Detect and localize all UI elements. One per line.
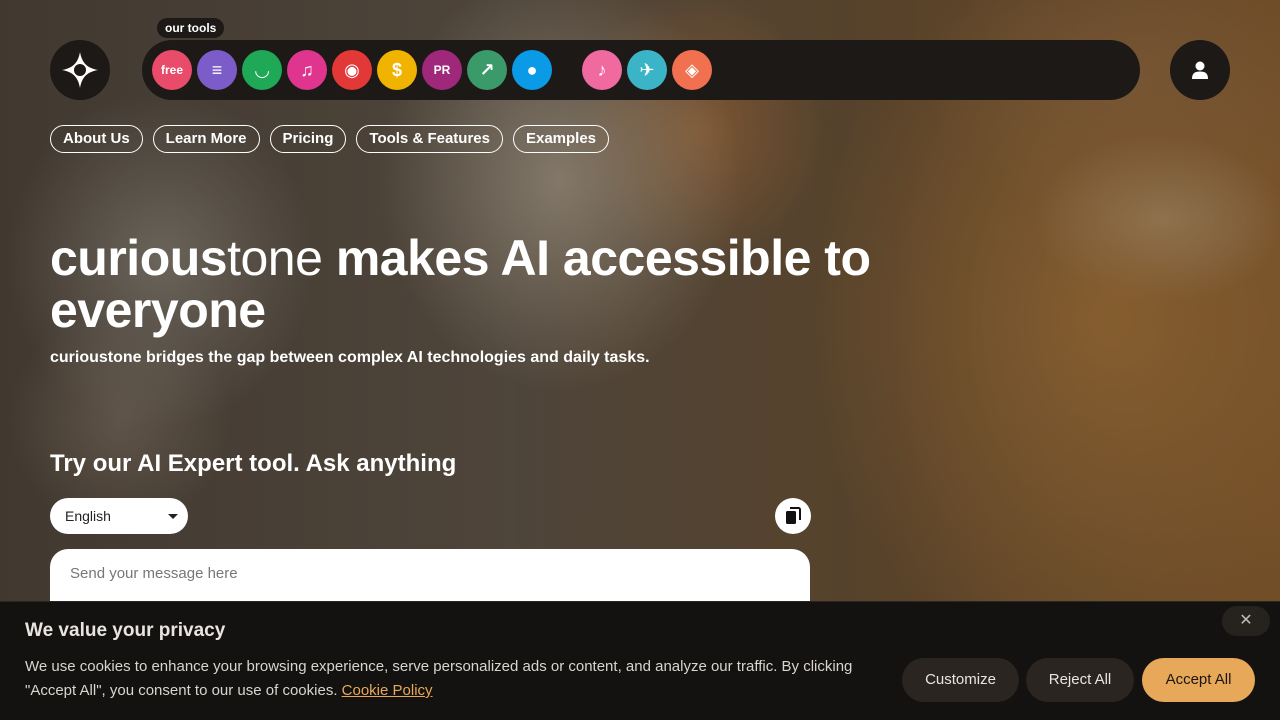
music-swirl-tool-icon: ♫ <box>300 59 314 80</box>
copy-button[interactable] <box>775 498 811 534</box>
bowl-tool-icon: ◡ <box>255 59 269 80</box>
language-value: English <box>65 508 111 524</box>
free-tool-icon: free <box>160 63 183 77</box>
nav-learn-more[interactable]: Learn More <box>152 125 260 153</box>
language-select[interactable]: English <box>50 498 188 534</box>
nav-examples[interactable]: Examples <box>512 125 610 153</box>
circle-tool-icon: ● <box>526 59 538 80</box>
user-icon <box>1192 61 1208 79</box>
reject-all-button[interactable]: Reject All <box>1026 658 1134 702</box>
user-account-button[interactable] <box>1170 40 1230 100</box>
ai-expert-title: Try our AI Expert tool. Ask anything <box>50 450 457 477</box>
coin-tool-icon: $ <box>391 59 402 80</box>
trend-tool-icon: ↗ <box>479 59 495 80</box>
plane-tool-icon: ✈ <box>639 59 655 80</box>
music-note-tool-icon: ♪ <box>597 59 607 80</box>
pr-tool-button[interactable]: PR <box>422 50 462 90</box>
plane-tool-button[interactable]: ✈ <box>627 50 667 90</box>
customize-button[interactable]: Customize <box>902 658 1019 702</box>
music-swirl-tool-button[interactable]: ♫ <box>287 50 327 90</box>
coin-tool-button[interactable]: $ <box>377 50 417 90</box>
circle-tool-button[interactable]: ● <box>512 50 552 90</box>
cookie-title: We value your privacy <box>25 620 226 641</box>
notes-tool-button[interactable]: ≡ <box>197 50 237 90</box>
music-note-tool-button[interactable]: ♪ <box>582 50 622 90</box>
target-tool-icon: ◉ <box>344 59 360 80</box>
hero-subtitle: curioustone bridges the gap between comp… <box>50 349 650 366</box>
main-nav: About Us Learn More Pricing Tools & Feat… <box>50 125 610 153</box>
bowl-tool-button[interactable]: ◡ <box>242 50 282 90</box>
caret-down-icon <box>168 514 178 519</box>
tools-label: our tools <box>157 18 225 38</box>
message-input[interactable] <box>70 565 770 582</box>
target-tool-button[interactable]: ◉ <box>332 50 372 90</box>
site-logo[interactable] <box>50 40 110 100</box>
diamond-tool-icon: ◈ <box>685 59 699 80</box>
sparkle-logo-icon <box>62 52 98 88</box>
cookie-banner: We value your privacy We use cookies to … <box>0 601 1280 720</box>
free-tool-button[interactable]: free <box>152 50 192 90</box>
nav-tools-features[interactable]: Tools & Features <box>356 125 503 153</box>
close-icon: ✕ <box>1239 612 1253 629</box>
cookie-text: We use cookies to enhance your browsing … <box>25 655 855 703</box>
nav-pricing[interactable]: Pricing <box>269 125 347 153</box>
cookie-close-button[interactable]: ✕ <box>1222 606 1270 636</box>
notes-tool-icon: ≡ <box>211 59 223 80</box>
cookie-policy-link[interactable]: Cookie Policy <box>342 682 433 699</box>
copy-icon <box>786 507 801 524</box>
trend-tool-button[interactable]: ↗ <box>467 50 507 90</box>
brand-bold: curious <box>50 230 228 286</box>
accept-all-button[interactable]: Accept All <box>1142 658 1255 702</box>
pr-tool-icon: PR <box>433 63 451 77</box>
brand-light: tone <box>227 230 323 286</box>
diamond-tool-button[interactable]: ◈ <box>672 50 712 90</box>
nav-about-us[interactable]: About Us <box>50 125 143 153</box>
hero-title: curioustone makes AI accessible to every… <box>50 232 1050 336</box>
cookie-body: We use cookies to enhance your browsing … <box>25 658 853 699</box>
